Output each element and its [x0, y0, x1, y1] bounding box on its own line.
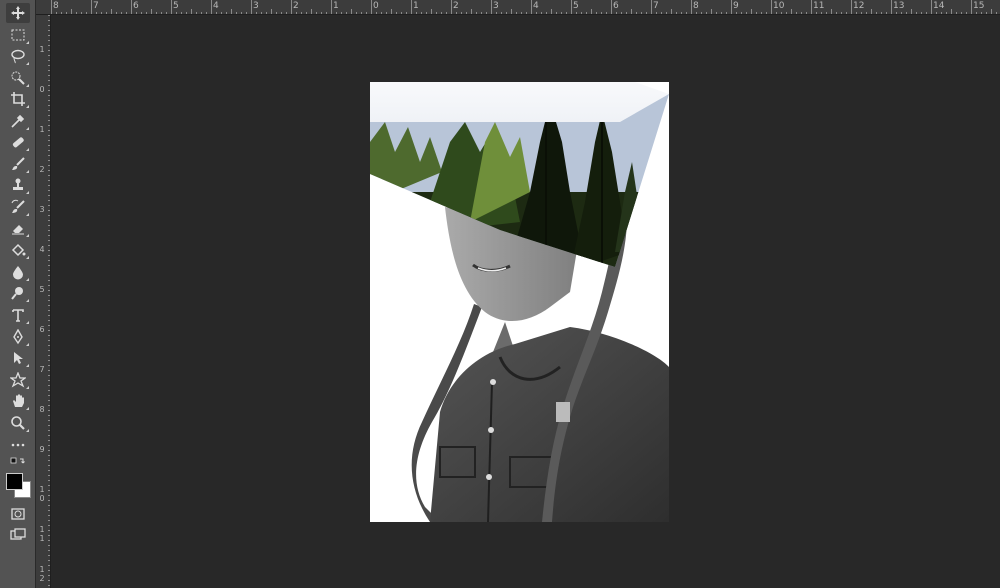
rectangular-marquee-tool[interactable] — [6, 25, 30, 45]
ruler-label: 4 — [213, 1, 219, 11]
paint-bucket-tool[interactable] — [6, 240, 30, 260]
ruler-label: 11 — [39, 525, 45, 543]
zoom-icon — [11, 416, 25, 430]
screen-mode-button[interactable] — [6, 525, 30, 545]
quick-mask-button[interactable] — [6, 504, 30, 524]
move-icon — [11, 6, 25, 20]
blur-tool[interactable] — [6, 262, 30, 282]
type-icon — [12, 309, 24, 322]
ruler-label: 14 — [933, 1, 945, 11]
brush-tool[interactable] — [6, 154, 30, 174]
ruler-label: 6 — [133, 1, 139, 11]
ruler-label: 8 — [693, 1, 699, 11]
ruler-label: 12 — [39, 565, 45, 583]
ruler-label: 11 — [813, 1, 825, 11]
stamp-icon — [13, 178, 23, 190]
move-tool[interactable] — [6, 3, 30, 23]
ruler-label: 10 — [39, 485, 45, 503]
ruler-label: 7 — [653, 1, 659, 11]
ruler-label: 3 — [253, 1, 259, 11]
dodge-icon — [11, 287, 23, 300]
ruler-label: 6 — [613, 1, 619, 11]
drop-icon — [13, 266, 23, 280]
default-colors-swap[interactable] — [6, 457, 30, 471]
ruler-label: 5 — [573, 1, 579, 11]
ruler-label: 0 — [373, 1, 379, 11]
ruler-label: 9 — [39, 445, 45, 454]
quick-selection-tool[interactable] — [6, 68, 30, 88]
pen-icon — [13, 329, 23, 345]
ruler-label: 12 — [853, 1, 865, 11]
ruler-label: 0 — [39, 85, 45, 94]
eyedropper-tool[interactable] — [6, 111, 30, 131]
quick-mask-icon — [11, 508, 25, 520]
clone-stamp-tool[interactable] — [6, 175, 30, 195]
vertical-ruler[interactable]: 10123456789101112 — [36, 15, 51, 588]
custom-shape-tool[interactable] — [6, 370, 30, 390]
tools-panel — [0, 0, 36, 588]
ruler-label: 4 — [533, 1, 539, 11]
ruler-label: 1 — [39, 125, 45, 134]
ruler-label: 1 — [39, 45, 45, 54]
ruler-label: 2 — [453, 1, 459, 11]
eraser-tool[interactable] — [6, 218, 30, 238]
edit-toolbar[interactable] — [6, 435, 30, 455]
horizontal-ruler[interactable]: 8 7 6 5 4 3 2 1 0 1 2 3 4 5 6 7 8 9 10 11 12 13 14 15 — [36, 0, 1000, 15]
ruler-label: 8 — [39, 405, 45, 414]
foreground-color-swatch[interactable] — [6, 473, 23, 490]
ruler-label: 8 — [53, 1, 59, 11]
ruler-label: 1 — [413, 1, 419, 11]
ruler-label: 2 — [39, 165, 45, 174]
history-brush-icon — [11, 199, 25, 213]
quick-selection-icon — [11, 71, 25, 85]
ruler-label: 13 — [893, 1, 905, 11]
history-brush-tool[interactable] — [6, 197, 30, 217]
document-canvas[interactable] — [370, 82, 669, 522]
bandage-icon — [12, 137, 24, 148]
hand-icon — [13, 394, 24, 407]
hand-tool[interactable] — [6, 391, 30, 411]
swap-colors-icon — [10, 457, 25, 464]
ruler-label: 5 — [39, 285, 45, 294]
screen-mode-icon — [10, 528, 26, 540]
arrow-icon — [14, 352, 23, 364]
zoom-tool[interactable] — [6, 413, 30, 433]
eyedropper-icon — [11, 114, 25, 128]
ruler-label: 6 — [39, 325, 45, 334]
ruler-label: 9 — [733, 1, 739, 11]
crop-icon — [11, 92, 25, 106]
ruler-label: 3 — [39, 205, 45, 214]
photo-artwork — [370, 82, 669, 522]
ruler-label: 15 — [973, 1, 985, 11]
marquee-icon — [11, 29, 25, 41]
pen-tool[interactable] — [6, 327, 30, 347]
dodge-tool[interactable] — [6, 283, 30, 303]
ruler-label: 5 — [173, 1, 179, 11]
lasso-tool[interactable] — [6, 46, 30, 66]
healing-brush-tool[interactable] — [6, 132, 30, 152]
ruler-label: 3 — [493, 1, 499, 11]
eraser-icon — [12, 225, 24, 235]
ruler-label: 2 — [293, 1, 299, 11]
ruler-label: 7 — [93, 1, 99, 11]
lasso-icon — [11, 49, 25, 64]
ruler-label: 1 — [333, 1, 339, 11]
crop-tool[interactable] — [6, 89, 30, 109]
shape-icon — [10, 372, 26, 388]
more-icon — [11, 443, 25, 447]
ruler-label: 7 — [39, 365, 45, 374]
ruler-label: 4 — [39, 245, 45, 254]
paint-bucket-icon — [11, 243, 26, 257]
ruler-label: 10 — [773, 1, 785, 11]
path-selection-tool[interactable] — [6, 348, 30, 368]
type-tool[interactable] — [6, 305, 30, 325]
brush-icon — [12, 157, 25, 170]
